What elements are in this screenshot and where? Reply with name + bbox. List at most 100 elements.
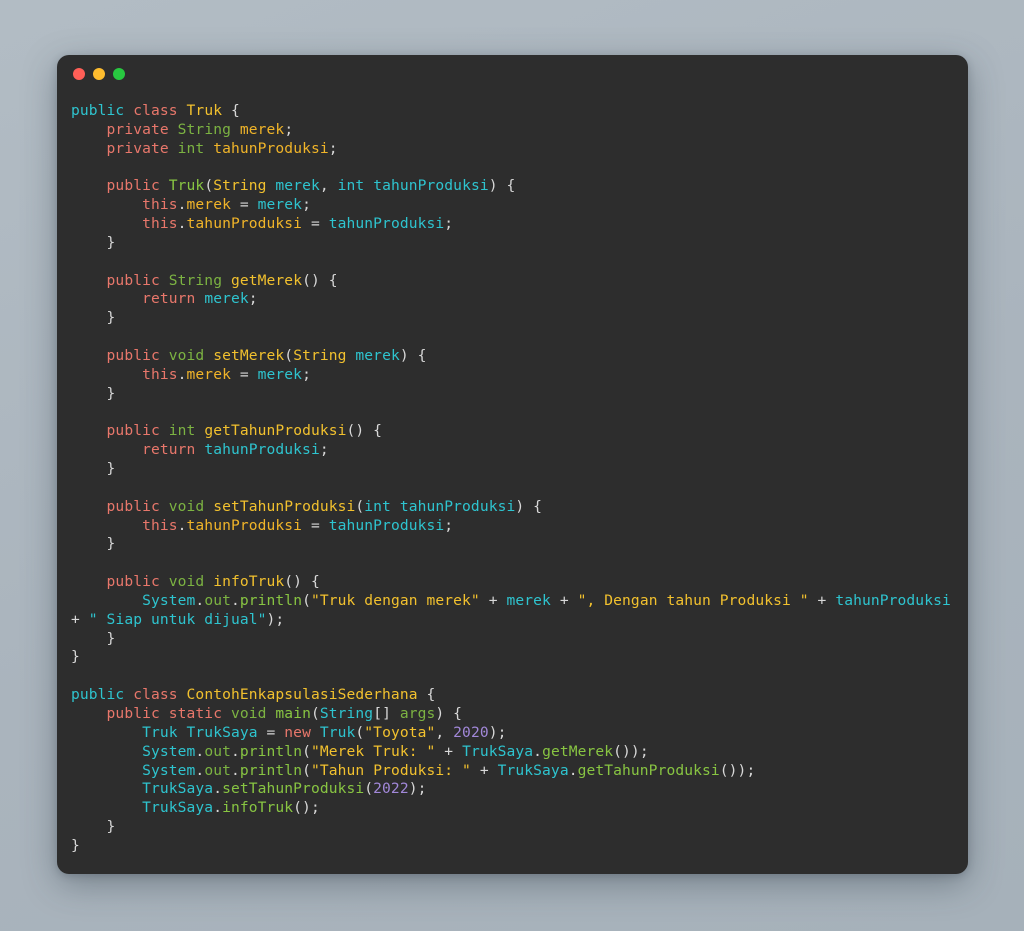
code-token: merek [506,591,551,609]
code-token: public [71,102,125,119]
code-token: } [71,818,116,836]
minimize-window-button[interactable] [93,68,105,80]
code-token: int [337,177,365,195]
code-token: ( [284,346,294,364]
code-token: } [71,384,116,402]
code-token: this [142,196,178,214]
code-token: ( [355,723,365,741]
code-token: ( [302,742,311,760]
code-token: ; [319,441,329,459]
code-token: ; [248,290,258,308]
code-token: . [177,365,187,383]
code-token: . [195,742,205,760]
code-token: String [319,705,374,722]
code-token: return [142,290,196,308]
code-token: ( [364,780,374,798]
code-token: tahunProduksi [399,497,516,515]
code-token: ) { [399,346,427,364]
code-token: () { [284,573,320,591]
code-token: merek [355,346,400,364]
code-token: = [302,516,329,534]
code-token: Truk [168,177,205,195]
code-token: = [257,723,285,741]
code-token: this [142,365,178,383]
code-token: ); [266,610,285,628]
code-token: new [284,723,311,741]
code-token: void [230,705,267,722]
code-token: . [213,799,223,817]
code-token: " [88,610,98,628]
code-token: . [177,215,187,233]
code-token: static [168,705,223,722]
code-token: void [168,573,205,591]
code-token: . [195,761,205,779]
maximize-window-button[interactable] [113,68,125,80]
code-token: "Merek Truk: " [310,742,436,760]
code-token: ) { [515,497,543,515]
code-token: Truk [186,102,223,119]
code-editor-area[interactable]: public class Truk { private String merek… [57,93,968,866]
code-token: TrukSaya [497,761,569,779]
code-token: + [479,591,507,609]
code-token: ); [408,780,427,798]
code-token: , [319,177,338,195]
close-window-button[interactable] [73,68,85,80]
code-token: private [106,139,169,157]
code-token: TrukSaya [142,799,214,817]
code-token: TrukSaya [142,780,214,798]
code-token: return [142,441,196,459]
code-token: setTahunProduksi [222,780,365,798]
code-token: Truk [319,723,356,741]
code-token: getTahunProduksi [204,422,347,440]
code-token: ( [302,591,311,609]
code-token: public [106,705,160,722]
code-token: System [142,761,196,779]
java-source-code[interactable]: public class Truk { private String merek… [71,102,954,856]
code-token: main [275,705,311,722]
code-token: "Toyota" [364,723,436,741]
code-token: } [71,460,116,478]
code-token: ( [204,177,214,195]
code-token: + [470,761,498,779]
code-token: ()); [719,761,756,779]
code-token: this [142,215,178,233]
code-token: [] [373,705,400,722]
code-token: int [168,422,196,440]
window-titlebar[interactable] [57,55,968,93]
code-token: public [106,271,160,289]
code-token: tahunProduksi [835,591,951,609]
code-token: ) { [488,177,516,195]
code-token: merek [186,365,231,383]
code-token: } [71,836,80,854]
code-token: String [213,177,267,195]
code-token: ; [302,196,311,214]
code-token: int [177,139,205,157]
code-token: () { [302,271,338,289]
code-token: . [177,196,187,214]
traffic-light-group [73,68,125,80]
code-token: tahunProduksi [186,215,303,233]
code-token: . [230,591,240,609]
code-token: public [71,686,125,704]
code-token: tahunProduksi [328,516,445,534]
code-token: ; [284,120,294,138]
code-token: int [364,497,391,515]
code-token: public [106,497,160,515]
